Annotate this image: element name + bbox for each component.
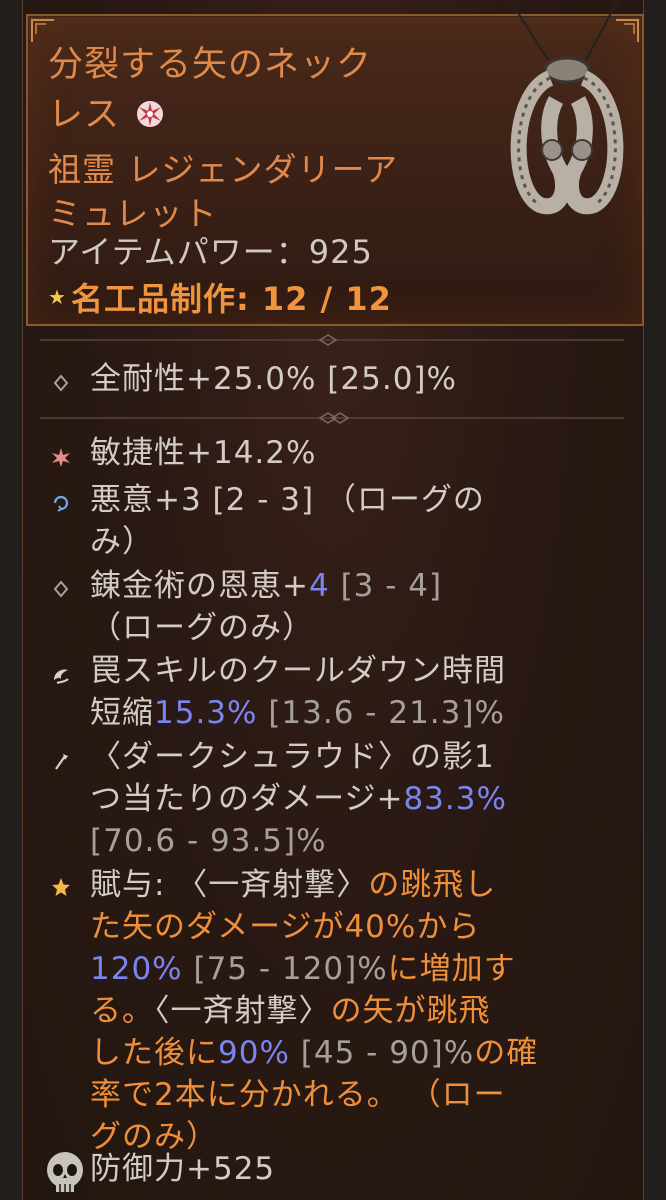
- aspect-l4-white: 〈一斉射撃〉: [154, 993, 331, 1029]
- aspect-l1-orange: の跳飛し: [368, 867, 497, 903]
- aspect-l3-value: 120%: [90, 951, 183, 987]
- dexterity-icon: [52, 448, 70, 467]
- affix-shroud-line1: 〈ダークシュラウド〉の影1: [90, 739, 495, 775]
- affix-alch-value: 4: [308, 568, 330, 604]
- affix-shroud-label: つ当たりのダメージ+: [90, 781, 404, 817]
- divider: [40, 410, 624, 424]
- item-power: アイテムパワー：925: [48, 233, 373, 271]
- item-type: 祖霊 レジェンダリーア ミュレット: [48, 148, 468, 236]
- aspect-l5-orange: した後に: [90, 1035, 218, 1071]
- armor-value: 防御力+525: [90, 1151, 276, 1187]
- affix-malice-line1: 悪意+3 [2 - 3] （ローグの: [90, 482, 485, 518]
- item-type-line1: 祖霊 レジェンダリーア: [48, 150, 399, 189]
- affix-malice-line2: み）: [90, 524, 154, 560]
- aspect-l5-orange2: の確: [474, 1035, 539, 1071]
- item-name-line1: 分裂する矢のネック: [48, 45, 373, 85]
- affix-trap-label: 短縮: [90, 695, 154, 731]
- affix-trap-value: 15.3%: [154, 695, 258, 731]
- item-name: 分裂する矢のネック レス: [48, 40, 438, 140]
- affix-trap-cooldown: 罠スキルのクールダウン時間 短縮15.3% [13.6 - 21.3]%: [90, 650, 506, 734]
- aspect-l4-orange2: の矢が跳飛: [330, 993, 491, 1029]
- amulet-image: [490, 0, 640, 230]
- rarity-star-icon: [134, 94, 166, 127]
- shroud-icon: [55, 754, 68, 770]
- affix-alchemist: 錬金術の恩恵+4 [3 - 4] （ローグのみ）: [90, 565, 442, 649]
- affix-alch-label: 錬金術の恩恵+: [90, 568, 309, 604]
- aspect-star-icon: [52, 878, 70, 896]
- affix-alch-range: [3 - 4]: [329, 568, 443, 604]
- armor-skull-icon: [44, 1150, 86, 1196]
- aspect-l5-range: [45 - 90]%: [289, 1035, 475, 1071]
- divider: [40, 332, 624, 346]
- affix-alch-line2: （ローグのみ）: [90, 610, 314, 646]
- aspect-l4-orange: る。: [90, 993, 154, 1029]
- affix-dexterity: 敏捷性+14.2%: [90, 435, 317, 471]
- aspect-l1-white: 賦与: 〈一斉射撃〉: [90, 867, 369, 903]
- affix-malice: 悪意+3 [2 - 3] （ローグの み）: [90, 479, 485, 563]
- aspect-l5-value: 90%: [218, 1035, 290, 1071]
- masterwork-star-icon: ★: [48, 285, 67, 309]
- aspect-l3-orange: に増加す: [387, 951, 516, 987]
- all-resistance: 全耐性+25.0% [25.0]%: [90, 361, 457, 397]
- aspect-l6: 率で2本に分かれる。 （ロー: [90, 1077, 506, 1113]
- aspect-l3-range: [75 - 120]%: [182, 951, 388, 987]
- affix-dark-shroud: 〈ダークシュラウド〉の影1 つ当たりのダメージ+83.3% [70.6 - 93…: [90, 736, 507, 862]
- diamond-bullet-icon: [53, 580, 69, 598]
- masterwork-level: ★ 名工品制作: 12 / 12: [48, 276, 392, 320]
- aspect-text: 賦与: 〈一斉射撃〉の跳飛し た矢のダメージが40%から 120% [75 - …: [90, 864, 630, 1158]
- affix-shroud-value: 83.3%: [403, 781, 507, 817]
- affix-trap-range: [13.6 - 21.3]%: [257, 695, 505, 731]
- diamond-bullet-icon: [53, 374, 69, 392]
- item-name-line2: レス: [48, 95, 121, 135]
- malice-icon: [53, 495, 69, 512]
- aspect-l2: た矢のダメージが40%から: [90, 909, 481, 945]
- masterwork-text: 名工品制作: 12 / 12: [70, 280, 392, 318]
- affix-shroud-range: [70.6 - 93.5]%: [90, 823, 327, 859]
- affix-trap-line1: 罠スキルのクールダウン時間: [90, 653, 506, 689]
- trap-icon: [54, 669, 69, 684]
- item-type-line2: ミュレット: [48, 194, 218, 233]
